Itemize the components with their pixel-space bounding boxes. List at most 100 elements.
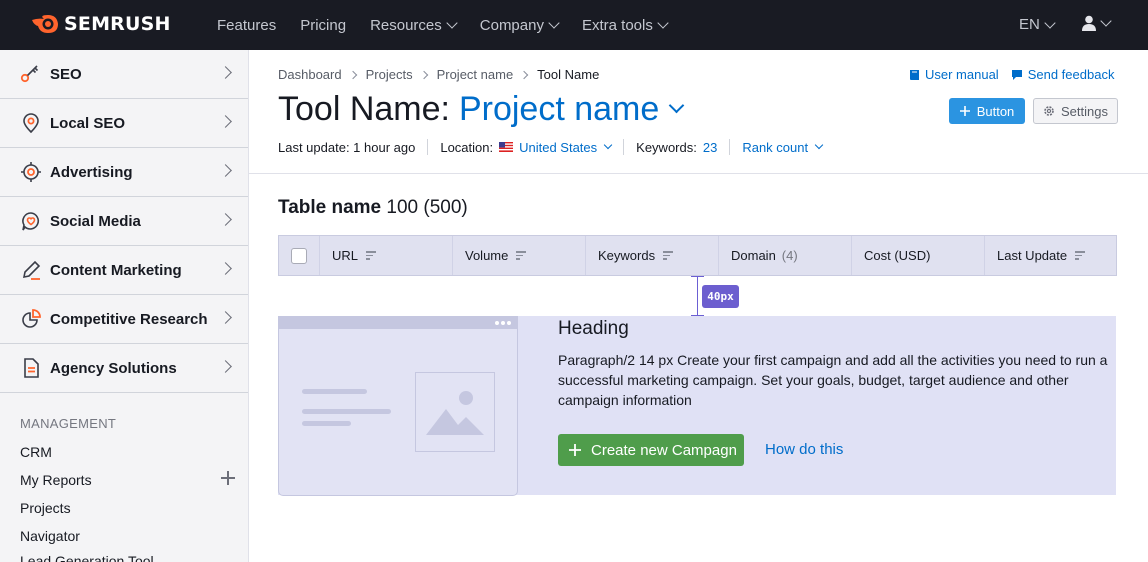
sort-icon	[1075, 251, 1086, 260]
sidebar-item-label: SEO	[50, 65, 82, 83]
gear-icon	[1044, 106, 1054, 116]
nav-company[interactable]: Company	[479, 16, 560, 34]
column-domain[interactable]: Domain (4)	[719, 236, 852, 275]
primary-button-label: Button	[976, 103, 1015, 119]
location: Location: United States	[440, 139, 613, 155]
nav-resources[interactable]: Resources	[370, 16, 458, 34]
sidebar-item-advertising[interactable]: Advertising	[0, 148, 248, 197]
target-icon	[20, 161, 42, 183]
column-url[interactable]: URL	[320, 236, 453, 275]
chevron-right-icon	[219, 164, 232, 177]
column-keywords[interactable]: Keywords	[586, 236, 719, 275]
chevron-right-icon	[219, 115, 232, 128]
sort-icon	[663, 251, 674, 260]
location-selector[interactable]: United States	[499, 140, 613, 155]
nav-label: Resources	[370, 16, 442, 34]
user-manual-label: User manual	[925, 67, 999, 82]
keywords-value[interactable]: 23	[703, 140, 717, 155]
chat-bubble-icon	[20, 210, 42, 232]
how-do-this-link[interactable]: How do this	[765, 441, 843, 458]
sidebar-item-agency-solutions[interactable]: Agency Solutions	[0, 344, 248, 393]
settings-button[interactable]: Settings	[1033, 98, 1118, 124]
send-feedback-link[interactable]: Send feedback	[1011, 67, 1115, 82]
keywords-label: Keywords:	[636, 139, 697, 155]
project-selector[interactable]: Project name	[459, 90, 659, 129]
keywords: Keywords: 23	[636, 140, 717, 155]
rank-count-label: Rank count	[742, 139, 809, 155]
header-links: User manual Send feedback	[909, 67, 1114, 82]
language-selector[interactable]: EN	[1019, 16, 1056, 33]
nav-label: Company	[479, 16, 544, 34]
page-title: Tool Name: Project name	[278, 90, 685, 129]
chevron-down-icon	[603, 140, 613, 150]
user-menu[interactable]	[1082, 15, 1112, 31]
user-manual-link[interactable]: User manual	[909, 67, 999, 82]
chevron-down-icon	[548, 17, 560, 29]
primary-button[interactable]: Button	[949, 98, 1025, 124]
breadcrumb-projects[interactable]: Projects	[366, 67, 413, 82]
column-volume[interactable]: Volume	[453, 236, 586, 275]
chevron-right-icon	[219, 66, 232, 79]
location-label: Location:	[440, 139, 494, 155]
empty-state-heading: Heading	[558, 318, 629, 339]
divider	[729, 139, 731, 155]
chevron-down-icon	[446, 17, 458, 29]
sidebar-item-seo[interactable]: SEO	[0, 50, 248, 99]
empty-state-paragraph: Paragraph/2 14 px Create your first camp…	[558, 352, 1108, 408]
chevron-down-icon	[814, 140, 824, 150]
column-label: Domain	[731, 248, 776, 263]
breadcrumb-dashboard[interactable]: Dashboard	[278, 67, 342, 82]
book-icon	[910, 69, 919, 80]
send-feedback-label: Send feedback	[1027, 67, 1115, 82]
us-flag-icon	[499, 142, 514, 152]
empty-state-illustration	[278, 316, 518, 496]
sidebar-item-navigator[interactable]: Navigator	[20, 528, 80, 544]
breadcrumb-project-name[interactable]: Project name	[437, 67, 514, 82]
sidebar-item-label: Competitive Research	[50, 310, 208, 328]
more-dots-icon	[495, 321, 511, 325]
table-header: URL Volume Keywords Domain (4) Cost (USD…	[278, 235, 1117, 276]
column-last-update[interactable]: Last Update	[985, 236, 1116, 275]
sidebar-item-crm[interactable]: CRM	[20, 444, 52, 460]
rank-count-selector[interactable]: Rank count	[742, 139, 824, 155]
sidebar-item-content-marketing[interactable]: Content Marketing	[0, 246, 248, 295]
chevron-down-icon[interactable]	[669, 97, 685, 114]
sidebar-item-local-seo[interactable]: Local SEO	[0, 99, 248, 148]
breadcrumb: Dashboard Projects Project name Tool Nam…	[278, 67, 599, 82]
sidebar-item-social-media[interactable]: Social Media	[0, 197, 248, 246]
nav-extra-tools[interactable]: Extra tools	[582, 17, 669, 34]
sidebar-item-label: Advertising	[50, 163, 133, 181]
nav-pricing[interactable]: Pricing	[300, 17, 346, 34]
header-divider	[249, 173, 1148, 174]
column-cost[interactable]: Cost (USD)	[852, 236, 985, 275]
sort-icon	[366, 251, 377, 260]
sidebar-item-projects[interactable]: Projects	[20, 500, 71, 516]
chevron-right-icon	[219, 262, 232, 275]
column-label: Keywords	[598, 248, 656, 263]
top-navigation-bar: SEMRUSH Features Pricing Resources Compa…	[0, 0, 1148, 50]
column-label: Cost (USD)	[864, 248, 931, 263]
sidebar-item-label: Agency Solutions	[50, 359, 177, 377]
chevron-down-icon	[1100, 15, 1112, 27]
tool-name: Tool Name:	[278, 90, 450, 128]
seo-key-icon	[20, 63, 42, 85]
message-icon	[1011, 69, 1022, 80]
add-report-icon[interactable]	[221, 471, 235, 485]
nav-features[interactable]: Features	[217, 17, 276, 34]
illustration-line	[302, 409, 391, 414]
sidebar-item-lead-generation[interactable]: Lead Generation Tool	[20, 553, 154, 562]
logo-text: SEMRUSH	[64, 13, 171, 35]
plus-icon	[959, 106, 970, 116]
sidebar-item-label: Local SEO	[50, 114, 126, 132]
sidebar-item-competitive-research[interactable]: Competitive Research	[0, 295, 248, 344]
last-update: Last update: 1 hour ago	[278, 139, 416, 155]
column-label: Volume	[465, 248, 509, 263]
chevron-right-icon	[219, 213, 232, 226]
sidebar-item-my-reports[interactable]: My Reports	[20, 472, 92, 488]
project-meta: Last update: 1 hour ago Location: United…	[278, 139, 824, 155]
breadcrumb-current: Tool Name	[537, 67, 600, 82]
select-all-checkbox[interactable]	[291, 247, 307, 264]
create-campaign-button[interactable]: Create new Campagn	[558, 434, 744, 466]
create-campaign-label: Create new Campagn	[591, 441, 737, 459]
semrush-logo[interactable]: SEMRUSH	[30, 13, 171, 35]
